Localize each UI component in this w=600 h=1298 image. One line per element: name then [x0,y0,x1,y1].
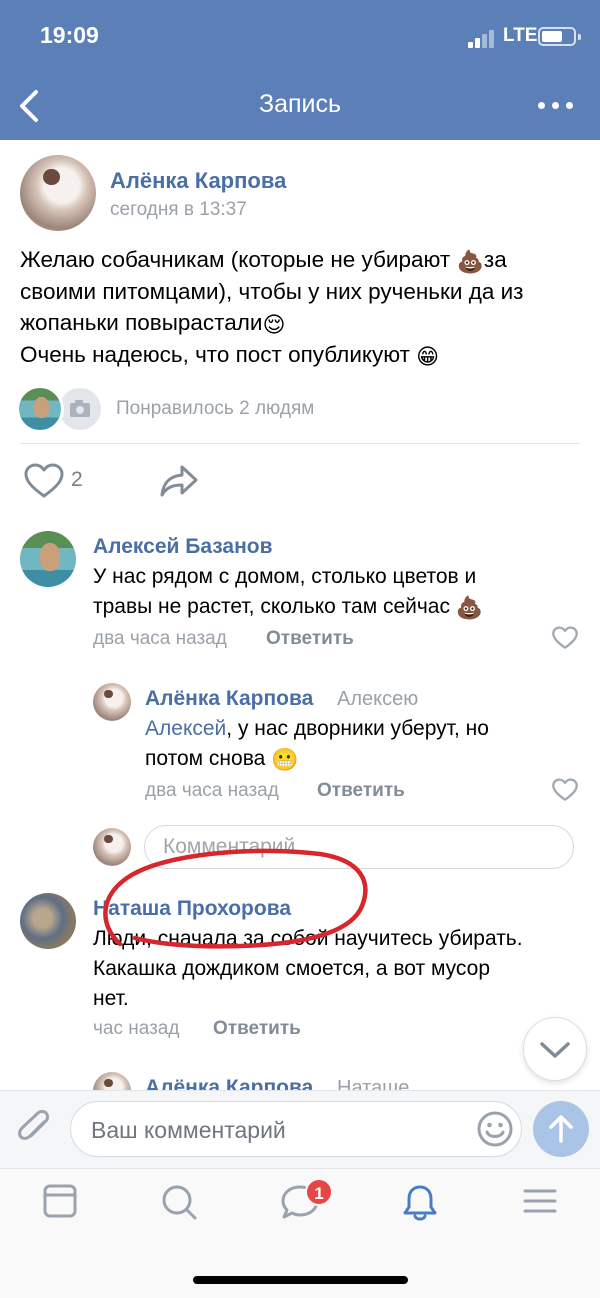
more-options-button[interactable] [534,92,578,120]
send-button[interactable] [533,1101,589,1157]
heart-icon [24,463,64,498]
comment-text: Люди, сначала за собой научитесь убирать… [93,927,523,1010]
comment-like-button[interactable] [552,778,578,807]
smile-icon [477,1111,513,1147]
likes-summary[interactable]: Понравилось 2 людям [116,398,314,420]
divider [20,443,580,444]
tab-notifications[interactable] [400,1183,440,1228]
liker-avatar[interactable] [16,385,64,433]
reply-input[interactable]: Комментарий [144,825,574,869]
comment-author-name[interactable]: Алексей Базанов [93,535,273,559]
comment-like-button[interactable] [552,626,578,655]
signal-icon [468,28,498,48]
heart-icon [552,778,578,801]
post-time: сегодня в 13:37 [110,199,247,220]
news-icon [43,1184,77,1218]
scroll-down-button[interactable] [523,1017,587,1081]
current-user-avatar [93,828,131,866]
comment-text: Алексей, у нас дворники уберут, но потом… [145,717,489,772]
mention-link[interactable]: Алексей [145,717,226,740]
attach-button[interactable] [14,1108,56,1155]
network-type: LTE [503,25,538,46]
poop-emoji: 💩 [455,595,484,620]
tab-menu[interactable] [522,1183,558,1224]
search-icon [162,1185,197,1220]
home-indicator [193,1276,408,1284]
grin-emoji: 😁 [416,343,440,369]
comment-author-avatar[interactable] [20,893,76,949]
comment-author-avatar[interactable] [93,683,131,721]
relieved-emoji: 😌 [262,312,286,337]
reply-button[interactable]: Ответить [266,628,354,650]
reply-button[interactable]: Ответить [317,780,405,802]
comment-text: У нас рядом с домом, столько цветов и тр… [93,565,484,620]
like-button[interactable] [24,463,64,504]
like-count: 2 [71,468,83,491]
reply-button[interactable]: Ответить [213,1018,301,1040]
post-text-line: жопаньки повырастали😌 [20,310,286,337]
post-author-avatar[interactable] [20,155,96,231]
comment-time: два часа назад [145,780,279,801]
share-button[interactable] [158,463,200,504]
poop-emoji: 💩 [456,249,484,274]
bell-icon [403,1185,437,1221]
status-bar: 19:09 LTE [0,0,600,72]
post-author-name[interactable]: Алёнка Карпова [110,168,286,194]
comment-time: два часа назад [93,628,227,649]
post-text: Желаю собачникам (которые не убирают 💩за… [20,244,585,370]
tab-search[interactable] [160,1183,198,1226]
paperclip-icon [18,1110,49,1140]
tab-news[interactable] [42,1183,78,1224]
heart-icon [552,626,578,649]
page-title: Запись [258,90,342,118]
post-text-line: Желаю собачникам (которые не убирают 💩за [20,247,507,274]
messages-badge: 1 [305,1178,333,1206]
comment-time: час назад [93,1018,180,1039]
top-bar: 19:09 LTE Запись [0,0,600,140]
post-text-line: Очень надеюсь, что пост опубликуют 😁 [20,341,440,369]
menu-icon [523,1189,557,1213]
battery-icon [538,27,581,46]
share-icon [160,465,198,497]
comment-input-placeholder: Ваш комментарий [91,1117,286,1143]
status-time: 19:09 [40,22,99,48]
reply-to: Алексею [337,688,419,710]
grimace-emoji: 😬 [271,747,299,772]
comment-author-name[interactable]: Алёнка Карпова [145,687,313,711]
post-text-line: своими питомцами), чтобы у них рученьки … [20,278,524,304]
camera-icon [70,400,90,417]
comment-input[interactable]: Ваш комментарий [70,1101,522,1157]
emoji-button[interactable] [476,1110,514,1153]
comment-author-name[interactable]: Наташа Прохорова [93,897,291,921]
comment-author-avatar[interactable] [20,531,76,587]
arrow-up-icon [549,1115,573,1143]
chevron-down-icon [540,1042,570,1058]
